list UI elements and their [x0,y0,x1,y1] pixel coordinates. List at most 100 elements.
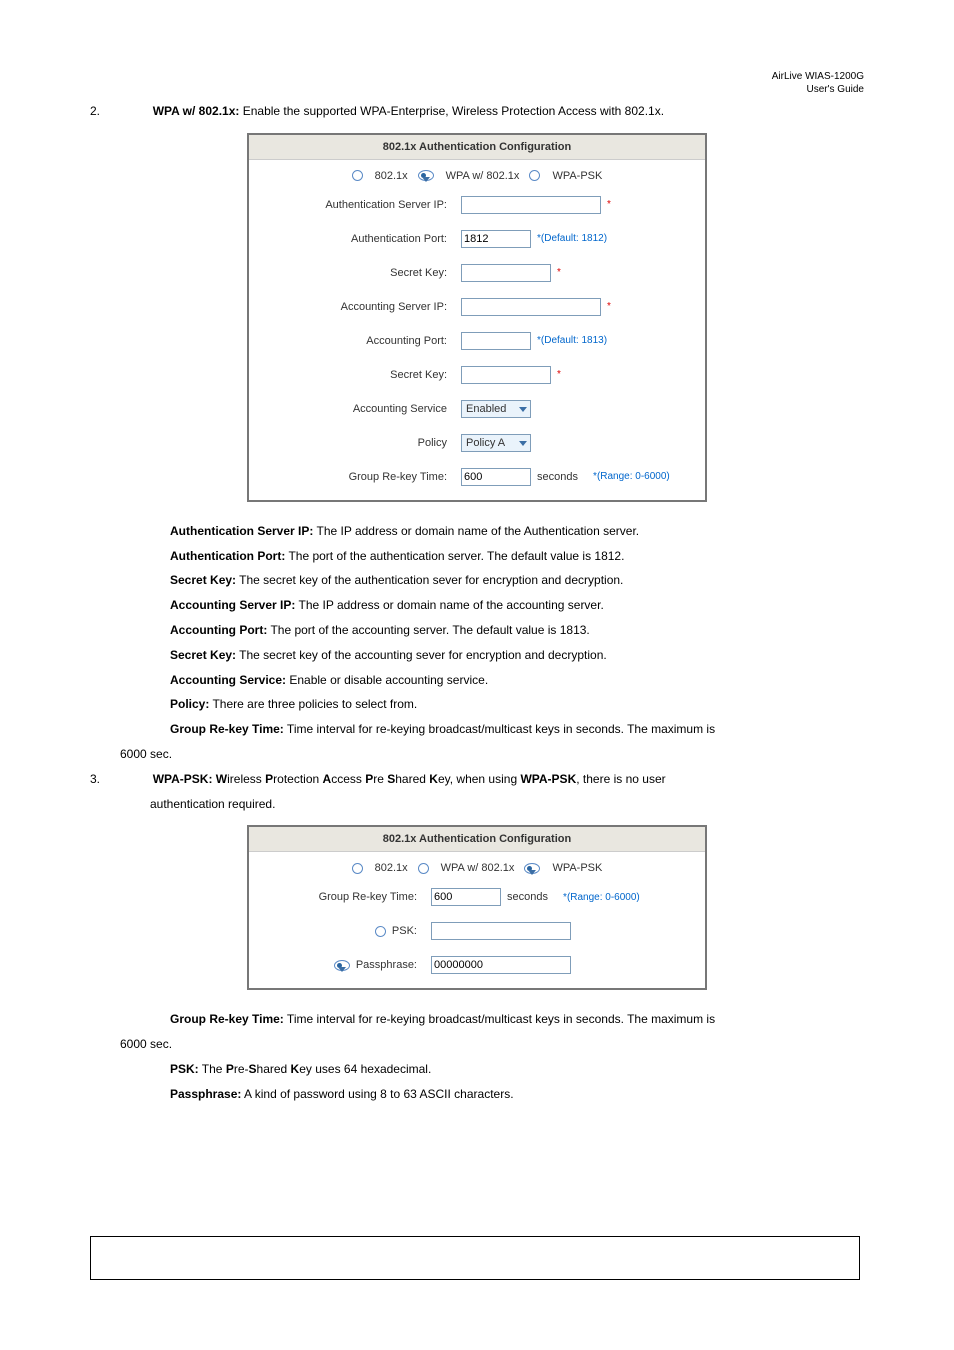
radio-wpa-8021x[interactable] [418,170,434,181]
psk-input[interactable] [431,922,571,940]
desc-acct-ip-t: The IP address or domain name of the acc… [295,598,603,612]
required-star: * [557,267,561,278]
auth-server-ip-input[interactable] [461,196,601,214]
acct-server-ip-label: Accounting Server IP: [261,301,461,313]
desc3-psk-b: PSK: [170,1062,199,1076]
rekey-time-label: Group Re-key Time: [261,471,461,483]
policy-label: Policy [261,437,461,449]
secret-key-2-label: Secret Key: [261,369,461,381]
desc3-rekey-t2: 6000 sec. [120,1037,172,1051]
rekey-time-input[interactable] [431,888,501,906]
desc-auth-ip-t: The IP address or domain name of the Aut… [313,524,639,538]
desc-rekey-t2: 6000 sec. [120,747,172,761]
t: ireless [227,772,265,786]
desc-secret1-t: The secret key of the authentication sev… [236,573,623,587]
radio-8021x[interactable] [352,863,363,874]
rekey-time-input[interactable] [461,468,531,486]
acct-port-label: Accounting Port: [261,335,461,347]
radio-wpa-psk[interactable] [524,863,540,874]
desc-auth-ip-b: Authentication Server IP: [170,524,313,538]
acct-server-ip-input[interactable] [461,298,601,316]
desc3-pass-b: Passphrase: [170,1087,241,1101]
acct-port-hint: *(Default: 1813) [537,335,607,346]
t: rotection [273,772,322,786]
required-star: * [607,199,611,210]
t: ey uses 64 hexadecimal. [299,1062,431,1076]
t: re [373,772,387,786]
radio-8021x-label: 802.1x [375,170,408,182]
b: K [429,772,438,786]
radio-wpa-psk-label: WPA-PSK [552,862,602,874]
auth-port-label: Authentication Port: [261,233,461,245]
radio-wpa-8021x-label: WPA w/ 802.1x [441,862,515,874]
desc-secret2-t: The secret key of the accounting sever f… [236,648,607,662]
panel-title: 802.1x Authentication Configuration [249,135,705,160]
b: K [291,1062,300,1076]
psk-label: PSK: [392,925,417,937]
desc-acct-port-b: Accounting Port: [170,623,267,637]
radio-wpa-8021x-label: WPA w/ 802.1x [446,170,520,182]
passphrase-input[interactable] [431,956,571,974]
desc-acct-svc-b: Accounting Service: [170,673,286,687]
auth-type-radios-2: 802.1x WPA w/ 802.1x WPA-PSK [249,852,705,880]
auth-type-radios: 802.1x WPA w/ 802.1x WPA-PSK [249,160,705,188]
section-2-title: 2. WPA w/ 802.1x: Enable the supported W… [90,100,864,123]
wpa-8021x-label: WPA w/ 802.1x: [153,104,240,118]
desc-auth-port-b: Authentication Port: [170,549,285,563]
auth-server-ip-label: Authentication Server IP: [261,199,461,211]
desc-policy-t: There are three policies to select from. [209,697,417,711]
acct-service-label: Accounting Service [261,403,461,415]
panel-title: 802.1x Authentication Configuration [249,827,705,852]
desc-policy-b: Policy: [170,697,209,711]
radio-wpa-8021x[interactable] [418,863,429,874]
desc-rekey-b: Group Re-key Time: [170,722,284,736]
list-number: 2. [90,100,110,123]
page-header: AirLive WIAS-1200G User's Guide [772,70,864,96]
doc-title: User's Guide [772,83,864,96]
t: The [199,1062,226,1076]
desc3-rekey-b: Group Re-key Time: [170,1012,284,1026]
required-star: * [557,369,561,380]
t: hared [257,1062,291,1076]
desc-auth-port-t: The port of the authentication server. T… [285,549,624,563]
acct-port-input[interactable] [461,332,531,350]
t: re- [234,1062,249,1076]
radio-psk[interactable] [375,926,386,937]
wpa-8021x-desc: Enable the supported WPA-Enterprise, Wir… [239,104,664,118]
b: P [226,1062,234,1076]
auth-config-panel-1: 802.1x Authentication Configuration 802.… [247,133,707,502]
required-star: * [607,301,611,312]
radio-passphrase[interactable] [334,960,350,971]
desc-acct-svc-t: Enable or disable accounting service. [286,673,488,687]
radio-8021x[interactable] [352,170,363,181]
auth-port-input[interactable] [461,230,531,248]
section-3-title: 3. WPA-PSK: Wireless Protection Access P… [90,768,864,791]
sec3-tail2: authentication required. [150,797,275,811]
t: hared [395,772,429,786]
radio-wpa-psk[interactable] [529,170,540,181]
b: A [323,772,332,786]
rekey-hint: *(Range: 0-6000) [563,892,640,903]
rekey-unit: seconds [537,471,578,483]
desc-secret2-b: Secret Key: [170,648,236,662]
radio-wpa-psk-label: WPA-PSK [552,170,602,182]
secret-key-2-input[interactable] [461,366,551,384]
auth-config-panel-2: 802.1x Authentication Configuration 802.… [247,825,707,990]
desc-acct-port-t: The port of the accounting server. The d… [267,623,589,637]
desc3-rekey-t1: Time interval for re-keying broadcast/mu… [284,1012,715,1026]
desc3-pass-t: A kind of password using 8 to 63 ASCII c… [241,1087,513,1101]
passphrase-label: Passphrase: [356,959,417,971]
radio-8021x-label: 802.1x [375,862,408,874]
t: ey, when using [438,772,521,786]
policy-select[interactable]: Policy A [461,434,531,452]
acct-service-select[interactable]: Enabled [461,400,531,418]
footer-box [90,1236,860,1280]
wpa-psk-bold: WPA-PSK: W [153,772,227,786]
secret-key-1-label: Secret Key: [261,267,461,279]
rekey-hint: *(Range: 0-6000) [593,471,670,482]
list-number: 3. [90,768,110,791]
wpa-psk-bold2: WPA-PSK [520,772,576,786]
brand-text: AirLive WIAS-1200G [772,70,864,83]
t: ccess [331,772,365,786]
secret-key-1-input[interactable] [461,264,551,282]
